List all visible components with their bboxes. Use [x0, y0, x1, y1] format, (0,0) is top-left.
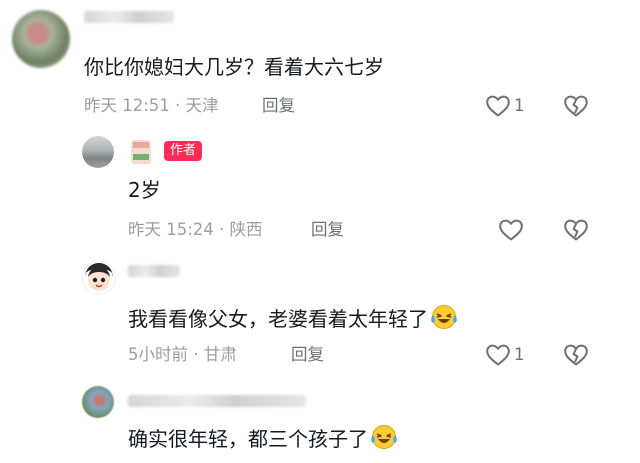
comment-text: 你比你媳妇大几岁？看着大六七岁: [84, 55, 384, 79]
comment-text-body: 确实很年轻，都三个孩子了: [128, 427, 368, 451]
meta-separator: ·: [213, 220, 230, 239]
avatar[interactable]: [12, 10, 70, 68]
comment-time: 昨天 12:51: [84, 96, 170, 115]
comment-meta: 昨天 15:24 · 陕西: [128, 219, 263, 241]
reply-item: 我看看像父女，老婆看着太年轻了 5小时前 · 甘肃 回复 1: [0, 255, 640, 380]
heart-outline-icon[interactable]: [485, 94, 511, 118]
broken-heart-icon[interactable]: [563, 343, 589, 367]
reply-button[interactable]: 回复: [291, 344, 324, 366]
comment-text: 2岁: [128, 178, 161, 202]
heart-outline-icon[interactable]: [498, 218, 524, 242]
avatar[interactable]: [82, 261, 116, 295]
comment-time: 昨天 15:24: [128, 220, 214, 239]
comment-item: 你比你媳妇大几岁？看着大六七岁 昨天 12:51 · 天津 回复 1: [0, 0, 640, 125]
username-blurred[interactable]: [128, 265, 180, 277]
comment-meta: 5小时前 · 甘肃: [128, 344, 237, 366]
crying-laughing-emoji: [371, 425, 397, 449]
comment-location: 陕西: [229, 220, 263, 239]
heart-outline-icon[interactable]: [485, 343, 511, 367]
reply-button[interactable]: 回复: [311, 219, 344, 241]
reply-item: 作者 2岁 昨天 15:24 · 陕西 回复: [0, 125, 640, 255]
avatar[interactable]: [82, 386, 114, 418]
username-blurred[interactable]: [128, 395, 306, 407]
comment-text: 确实很年轻，都三个孩子了: [128, 424, 398, 453]
avatar[interactable]: [82, 136, 114, 168]
comment-text-body: 我看看像父女，老婆看着太年轻了: [128, 307, 428, 331]
like-count: 1: [514, 345, 525, 364]
broken-heart-icon[interactable]: [563, 94, 589, 118]
author-badge: 作者: [164, 141, 203, 161]
flag-sticker-icon: [131, 140, 151, 164]
reply-item: 确实很年轻，都三个孩子了: [0, 380, 640, 463]
cartoon-face-icon: [85, 263, 113, 291]
meta-separator: ·: [188, 345, 204, 364]
crying-laughing-emoji: [431, 305, 457, 329]
comment-location: 天津: [185, 96, 219, 115]
comment-time: 5小时前: [128, 345, 188, 364]
username-blurred[interactable]: [84, 11, 174, 23]
broken-heart-icon[interactable]: [563, 218, 589, 242]
meta-separator: ·: [169, 96, 186, 115]
comment-text: 我看看像父女，老婆看着太年轻了: [128, 304, 458, 333]
reply-button[interactable]: 回复: [262, 95, 295, 117]
comment-meta: 昨天 12:51 · 天津: [84, 95, 219, 117]
like-count: 1: [514, 96, 525, 115]
comment-location: 甘肃: [203, 345, 237, 364]
